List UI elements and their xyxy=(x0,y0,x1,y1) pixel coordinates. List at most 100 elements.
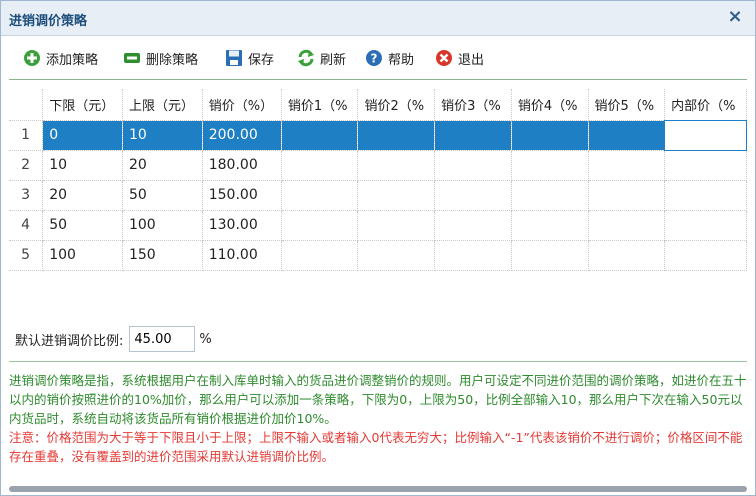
cell-lower[interactable]: 10 xyxy=(42,150,123,181)
col-price-header[interactable]: 销价（%） xyxy=(202,89,282,121)
cell-price2[interactable] xyxy=(357,240,436,271)
cell-price4[interactable] xyxy=(511,120,589,151)
cell-price4[interactable] xyxy=(511,240,589,271)
refresh-icon xyxy=(298,49,314,67)
cell-lower[interactable]: 50 xyxy=(42,210,123,241)
cell-price[interactable]: 130.00 xyxy=(202,210,282,241)
cell-upper[interactable]: 20 xyxy=(122,150,203,181)
add-strategy-button[interactable]: 添加策略 xyxy=(23,47,98,69)
col-price2-header[interactable]: 销价2（% xyxy=(357,89,436,121)
col-price4-header[interactable]: 销价4（% xyxy=(511,89,589,121)
table-row[interactable]: 3 20 50 150.00 xyxy=(9,180,747,211)
plus-icon xyxy=(24,50,40,66)
cell-price5[interactable] xyxy=(588,180,666,211)
default-ratio-label: 默认进销调价比例: xyxy=(15,333,124,349)
cell-price[interactable]: 150.00 xyxy=(202,180,282,211)
grid-header-row: 下限（元） 上限（元） 销价（%） 销价1（% 销价2（% 销价3（% 销价4（… xyxy=(9,89,747,121)
cell-upper[interactable]: 150 xyxy=(122,240,203,271)
cell-price2[interactable] xyxy=(357,120,436,151)
default-ratio-unit: % xyxy=(199,331,212,347)
row-number: 3 xyxy=(9,180,44,211)
table-row[interactable]: 5 100 150 110.00 xyxy=(9,240,747,271)
col-internal-header[interactable]: 内部价（% xyxy=(664,89,747,121)
title-bar: 进销调价策略 × xyxy=(1,1,755,36)
save-button[interactable]: 保存 xyxy=(225,47,274,69)
cell-price[interactable]: 200.00 xyxy=(202,120,282,151)
row-number: 2 xyxy=(9,150,44,181)
table-row[interactable]: 1 0 10 200.00 xyxy=(9,119,747,151)
window-title: 进销调价策略 xyxy=(9,14,88,29)
row-number: 5 xyxy=(9,240,44,271)
cell-internal[interactable] xyxy=(664,150,747,181)
table-row[interactable]: 4 50 100 130.00 xyxy=(9,210,747,241)
cell-lower[interactable]: 20 xyxy=(42,180,123,211)
row-number-header xyxy=(9,89,44,121)
col-upper-header[interactable]: 上限（元） xyxy=(122,89,203,121)
minus-icon xyxy=(124,53,140,63)
cell-price3[interactable] xyxy=(434,120,512,151)
default-ratio-input[interactable] xyxy=(129,326,196,352)
save-label: 保存 xyxy=(248,52,275,68)
cell-upper[interactable]: 10 xyxy=(122,120,203,151)
add-strategy-label: 添加策略 xyxy=(46,52,99,68)
cell-price4[interactable] xyxy=(511,180,589,211)
cell-internal[interactable] xyxy=(664,240,747,271)
row-number: 4 xyxy=(9,210,44,241)
cell-price4[interactable] xyxy=(511,210,589,241)
col-price5-header[interactable]: 销价5（% xyxy=(588,89,666,121)
cell-internal[interactable] xyxy=(664,210,747,241)
toolbar: 添加策略 删除策略 保存 刷新 ? 帮助 退出 xyxy=(9,39,747,80)
refresh-label: 刷新 xyxy=(320,52,347,68)
refresh-button[interactable]: 刷新 xyxy=(297,47,346,69)
default-ratio-row: 默认进销调价比例: % xyxy=(15,324,212,354)
cell-lower[interactable]: 100 xyxy=(42,240,123,271)
exit-button[interactable]: 退出 xyxy=(435,47,484,69)
exit-icon xyxy=(436,50,452,66)
cell-price5[interactable] xyxy=(588,120,666,151)
cell-price1[interactable] xyxy=(281,120,359,151)
cell-price3[interactable] xyxy=(434,150,512,181)
delete-strategy-button[interactable]: 删除策略 xyxy=(123,47,198,69)
cell-price2[interactable] xyxy=(357,150,436,181)
close-icon[interactable]: × xyxy=(725,7,745,27)
help-text-panel: 进销调价策略是指，系统根据用户在制入库单时输入的货品进价调整销价的规则。用户可设… xyxy=(9,371,749,466)
help-icon: ? xyxy=(366,50,382,66)
strategy-grid: 下限（元） 上限（元） 销价（%） 销价1（% 销价2（% 销价3（% 销价4（… xyxy=(9,89,747,271)
delete-strategy-label: 删除策略 xyxy=(146,52,199,68)
exit-label: 退出 xyxy=(458,52,485,68)
cell-price2[interactable] xyxy=(357,180,436,211)
help-note: 注意：价格范围为大于等于下限且小于上限；上限不输入或者输入0代表无穷大；比例输入… xyxy=(9,430,743,464)
col-price1-header[interactable]: 销价1（% xyxy=(281,89,359,121)
row-number: 1 xyxy=(9,120,44,151)
table-row[interactable]: 2 10 20 180.00 xyxy=(9,150,747,181)
cell-price5[interactable] xyxy=(588,150,666,181)
cell-price[interactable]: 110.00 xyxy=(202,240,282,271)
cell-price4[interactable] xyxy=(511,150,589,181)
dialog-window: 进销调价策略 × 添加策略 删除策略 保存 刷新 ? 帮助 退出 下限（元） 上… xyxy=(0,0,756,496)
floppy-disk-icon xyxy=(226,50,242,66)
cell-price3[interactable] xyxy=(434,210,512,241)
cell-price[interactable]: 180.00 xyxy=(202,150,282,181)
cell-upper[interactable]: 50 xyxy=(122,180,203,211)
cell-price1[interactable] xyxy=(281,180,359,211)
cell-price1[interactable] xyxy=(281,240,359,271)
horizontal-scrollbar[interactable] xyxy=(9,486,747,492)
section-divider xyxy=(9,361,747,362)
cell-internal-editor[interactable] xyxy=(664,119,747,151)
cell-price3[interactable] xyxy=(434,180,512,211)
svg-text:?: ? xyxy=(371,52,378,66)
cell-price1[interactable] xyxy=(281,150,359,181)
cell-internal[interactable] xyxy=(664,180,747,211)
help-label: 帮助 xyxy=(388,52,415,68)
col-lower-header[interactable]: 下限（元） xyxy=(42,89,123,121)
cell-price1[interactable] xyxy=(281,210,359,241)
cell-price5[interactable] xyxy=(588,240,666,271)
help-description: 进销调价策略是指，系统根据用户在制入库单时输入的货品进价调整销价的规则。用户可设… xyxy=(9,373,747,426)
help-button[interactable]: ? 帮助 xyxy=(365,47,414,69)
cell-lower[interactable]: 0 xyxy=(42,120,123,151)
col-price3-header[interactable]: 销价3（% xyxy=(434,89,512,121)
cell-upper[interactable]: 100 xyxy=(122,210,203,241)
cell-price5[interactable] xyxy=(588,210,666,241)
cell-price2[interactable] xyxy=(357,210,436,241)
cell-price3[interactable] xyxy=(434,240,512,271)
